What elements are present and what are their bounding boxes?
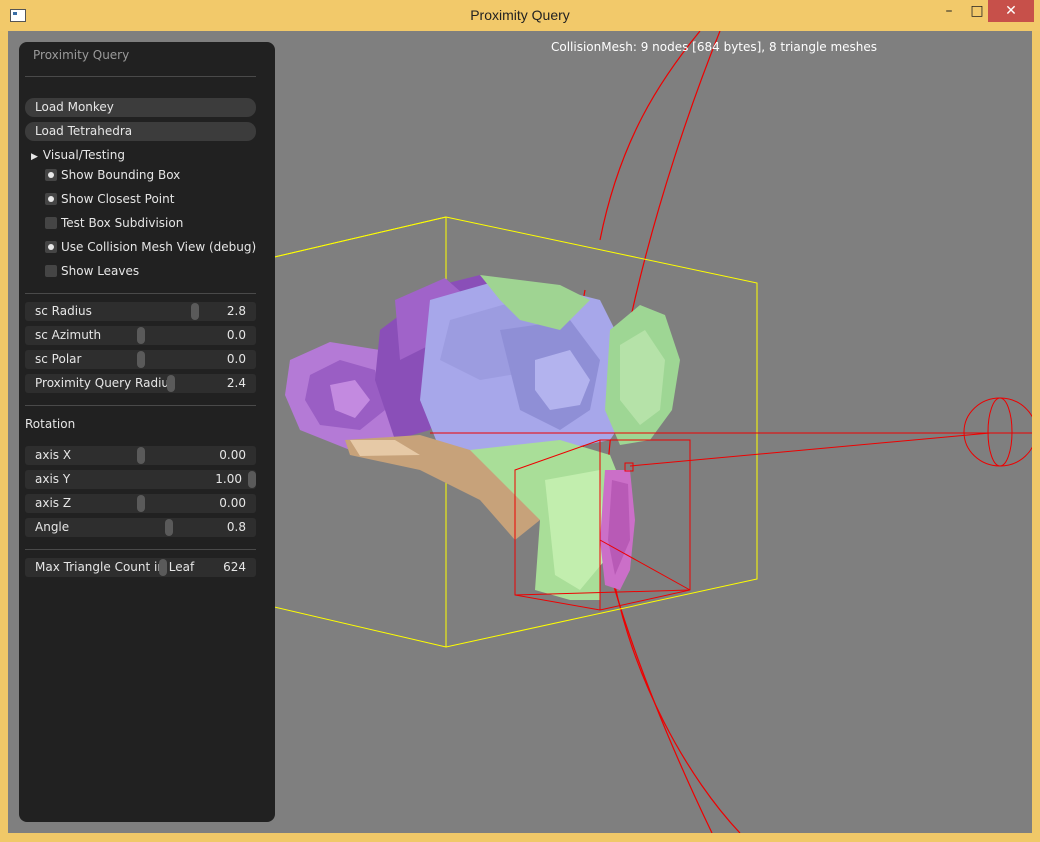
slider-knob[interactable] [191, 303, 199, 320]
proximity-query-radius-slider[interactable]: Proximity Query Radius 2.4 [25, 374, 256, 393]
slider-value: 0.00 [219, 448, 246, 462]
visual-testing-label: Visual/Testing [42, 148, 125, 162]
slider-knob[interactable] [137, 327, 145, 344]
title-bar: Proximity Query – □ ✕ [0, 0, 1040, 31]
triangle-right-icon[interactable]: ▶ [31, 152, 38, 162]
slider-value: 0.0 [226, 352, 246, 366]
checkbox-label: Use Collision Mesh View (debug) [61, 240, 257, 254]
checkbox-indicator[interactable] [45, 217, 57, 229]
slider-knob[interactable] [137, 351, 145, 368]
slider-label: Max Triangle Count in Leaf [35, 560, 195, 574]
load-tetrahedra-label: Load Tetrahedra [35, 124, 133, 138]
query-origin-sphere [963, 397, 1032, 467]
slider-label: sc Polar [35, 352, 82, 366]
slider-label: axis Y [35, 472, 71, 486]
control-panel: Proximity Query Load Monkey Load Tetrahe… [19, 42, 275, 822]
3d-viewport[interactable]: CollisionMesh: 9 nodes [684 bytes], 8 tr… [8, 31, 1032, 833]
axis-x-slider[interactable]: axis X 0.00 [25, 446, 256, 465]
divider [25, 549, 256, 550]
slider-value: 0.00 [219, 496, 246, 510]
checkbox-label: Test Box Subdivision [61, 216, 184, 230]
slider-value: 0.0 [226, 328, 246, 342]
slider-label: Angle [35, 520, 70, 534]
slider-label: sc Azimuth [35, 328, 102, 342]
query-ray [629, 432, 991, 467]
checkbox-label: Show Bounding Box [61, 168, 181, 182]
load-monkey-button[interactable]: Load Monkey [25, 98, 256, 117]
slider-knob[interactable] [137, 447, 145, 464]
slider-value: 0.8 [226, 520, 246, 534]
checkbox-indicator[interactable] [45, 169, 57, 181]
load-tetrahedra-button[interactable]: Load Tetrahedra [25, 122, 256, 141]
divider [25, 405, 256, 406]
slider-value: 624 [223, 560, 246, 574]
query-sphere-arc [599, 31, 701, 241]
slider-value: 2.8 [226, 304, 246, 318]
checkbox-indicator[interactable] [45, 193, 57, 205]
checkbox-label: Show Leaves [61, 264, 140, 278]
max-triangle-count-slider[interactable]: Max Triangle Count in Leaf 624 [25, 558, 256, 577]
angle-slider[interactable]: Angle 0.8 [25, 518, 256, 537]
panel-title: Proximity Query [33, 48, 130, 62]
closest-point-marker [624, 462, 634, 472]
window-title: Proximity Query [470, 7, 570, 23]
query-origin-sphere [987, 397, 1013, 467]
rotation-heading: Rotation [25, 417, 76, 431]
slider-label: axis X [35, 448, 72, 462]
divider [25, 293, 256, 294]
slider-label: Proximity Query Radius [35, 376, 176, 390]
minimize-button[interactable]: – [935, 0, 963, 22]
checkbox-label: Show Closest Point [61, 192, 175, 206]
slider-knob[interactable] [165, 519, 173, 536]
axis-z-slider[interactable]: axis Z 0.00 [25, 494, 256, 513]
checkbox-indicator[interactable] [45, 265, 57, 277]
visual-testing-tree[interactable]: ▶ Visual/Testing [31, 148, 125, 162]
maximize-button[interactable]: □ [963, 0, 991, 22]
slider-knob[interactable] [159, 559, 167, 576]
sc-polar-slider[interactable]: sc Polar 0.0 [25, 350, 256, 369]
slider-value: 1.00 [215, 472, 242, 486]
slider-knob[interactable] [137, 495, 145, 512]
slider-value: 2.4 [226, 376, 246, 390]
sc-azimuth-slider[interactable]: sc Azimuth 0.0 [25, 326, 256, 345]
collision-mesh-info: CollisionMesh: 9 nodes [684 bytes], 8 tr… [551, 40, 878, 54]
checkbox-indicator[interactable] [45, 241, 57, 253]
slider-knob[interactable] [248, 471, 256, 488]
slider-label: axis Z [35, 496, 72, 510]
slider-knob[interactable] [167, 375, 175, 392]
load-monkey-label: Load Monkey [35, 100, 114, 114]
sc-radius-slider[interactable]: sc Radius 2.8 [25, 302, 256, 321]
axis-y-slider[interactable]: axis Y 1.00 [25, 470, 256, 489]
slider-label: sc Radius [35, 304, 92, 318]
close-button[interactable]: ✕ [988, 0, 1034, 22]
divider [25, 76, 256, 77]
